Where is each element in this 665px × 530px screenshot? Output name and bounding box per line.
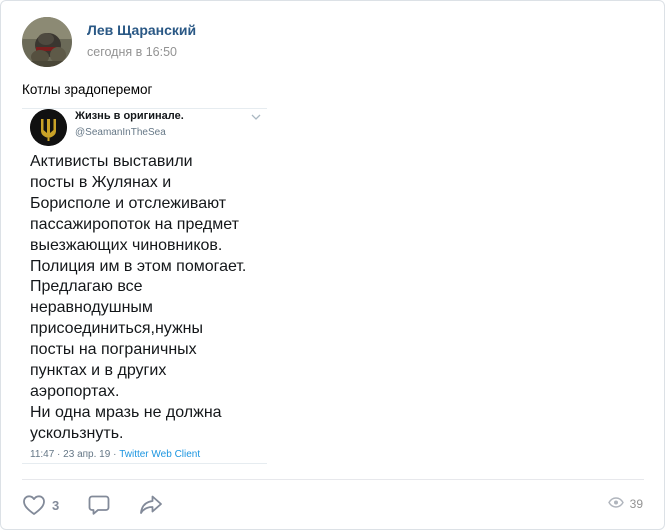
tweet-text-line: Борисполе и отслеживают	[30, 194, 227, 212]
chevron-down-icon	[250, 109, 262, 120]
tweet-text-line: посты в Жулянах и	[30, 173, 172, 191]
post-timestamp[interactable]: сегодня в 16:50	[87, 45, 177, 59]
tweet-text-line: посты на пограничных	[30, 341, 197, 359]
embedded-tweet-image[interactable]: Жизнь в оригинале. @SeamanInTheSea Актив…	[22, 108, 267, 464]
comment-icon	[87, 493, 111, 517]
divider	[22, 479, 644, 480]
eye-icon	[607, 497, 630, 511]
tweet-text-line: Активисты выставили	[30, 153, 193, 170]
tweet-text-line: ускользнуть.	[30, 424, 124, 442]
tweet-text-line: присоединиться,нужны	[30, 320, 203, 338]
author-avatar[interactable]	[22, 17, 72, 67]
author-name[interactable]: Лев Щаранский	[87, 22, 196, 38]
tweet-text-line: Ни одна мразь не должна	[30, 403, 222, 421]
tweet-text-line: неравнодушным	[30, 299, 153, 317]
tweet-text-line: Предлагаю все	[30, 278, 143, 296]
tweet-client: Twitter Web Client	[119, 449, 201, 460]
tweet-timestamp: 11:47 · 23 апр. 19 ·	[30, 449, 120, 460]
trident-emblem-icon	[30, 109, 67, 146]
tweet-author-handle: @SeamanInTheSea	[75, 127, 166, 138]
tweet-text-line: пунктах и в других	[30, 362, 167, 380]
tweet-text-line: выезжающих чиновников.	[30, 236, 223, 254]
tweet-text: Активисты выставили посты в Жулянах и Бо…	[30, 152, 246, 445]
post-text: Котлы зрадоперемог	[22, 82, 153, 97]
post-card: Лев Щаранский сегодня в 16:50 Котлы зрад…	[0, 0, 665, 530]
heart-icon	[22, 494, 46, 516]
tweet-text-line: Полиция им в этом помогает.	[30, 257, 247, 275]
share-button[interactable]	[138, 492, 164, 518]
like-count: 3	[52, 497, 60, 513]
tweet-meta: 11:47 · 23 апр. 19 · Twitter Web Client	[30, 449, 200, 460]
tweet-author-name: Жизнь в оригинале.	[75, 110, 184, 122]
tweet-text-line: пассажиропоток на предмет	[30, 215, 239, 233]
like-button[interactable]: 3	[22, 492, 59, 518]
share-icon	[138, 493, 164, 517]
views-count: 39	[629, 497, 643, 511]
views-counter: 39	[607, 497, 643, 511]
comment-button[interactable]	[87, 492, 111, 518]
tweet-text-line: аэропортах.	[30, 382, 120, 400]
